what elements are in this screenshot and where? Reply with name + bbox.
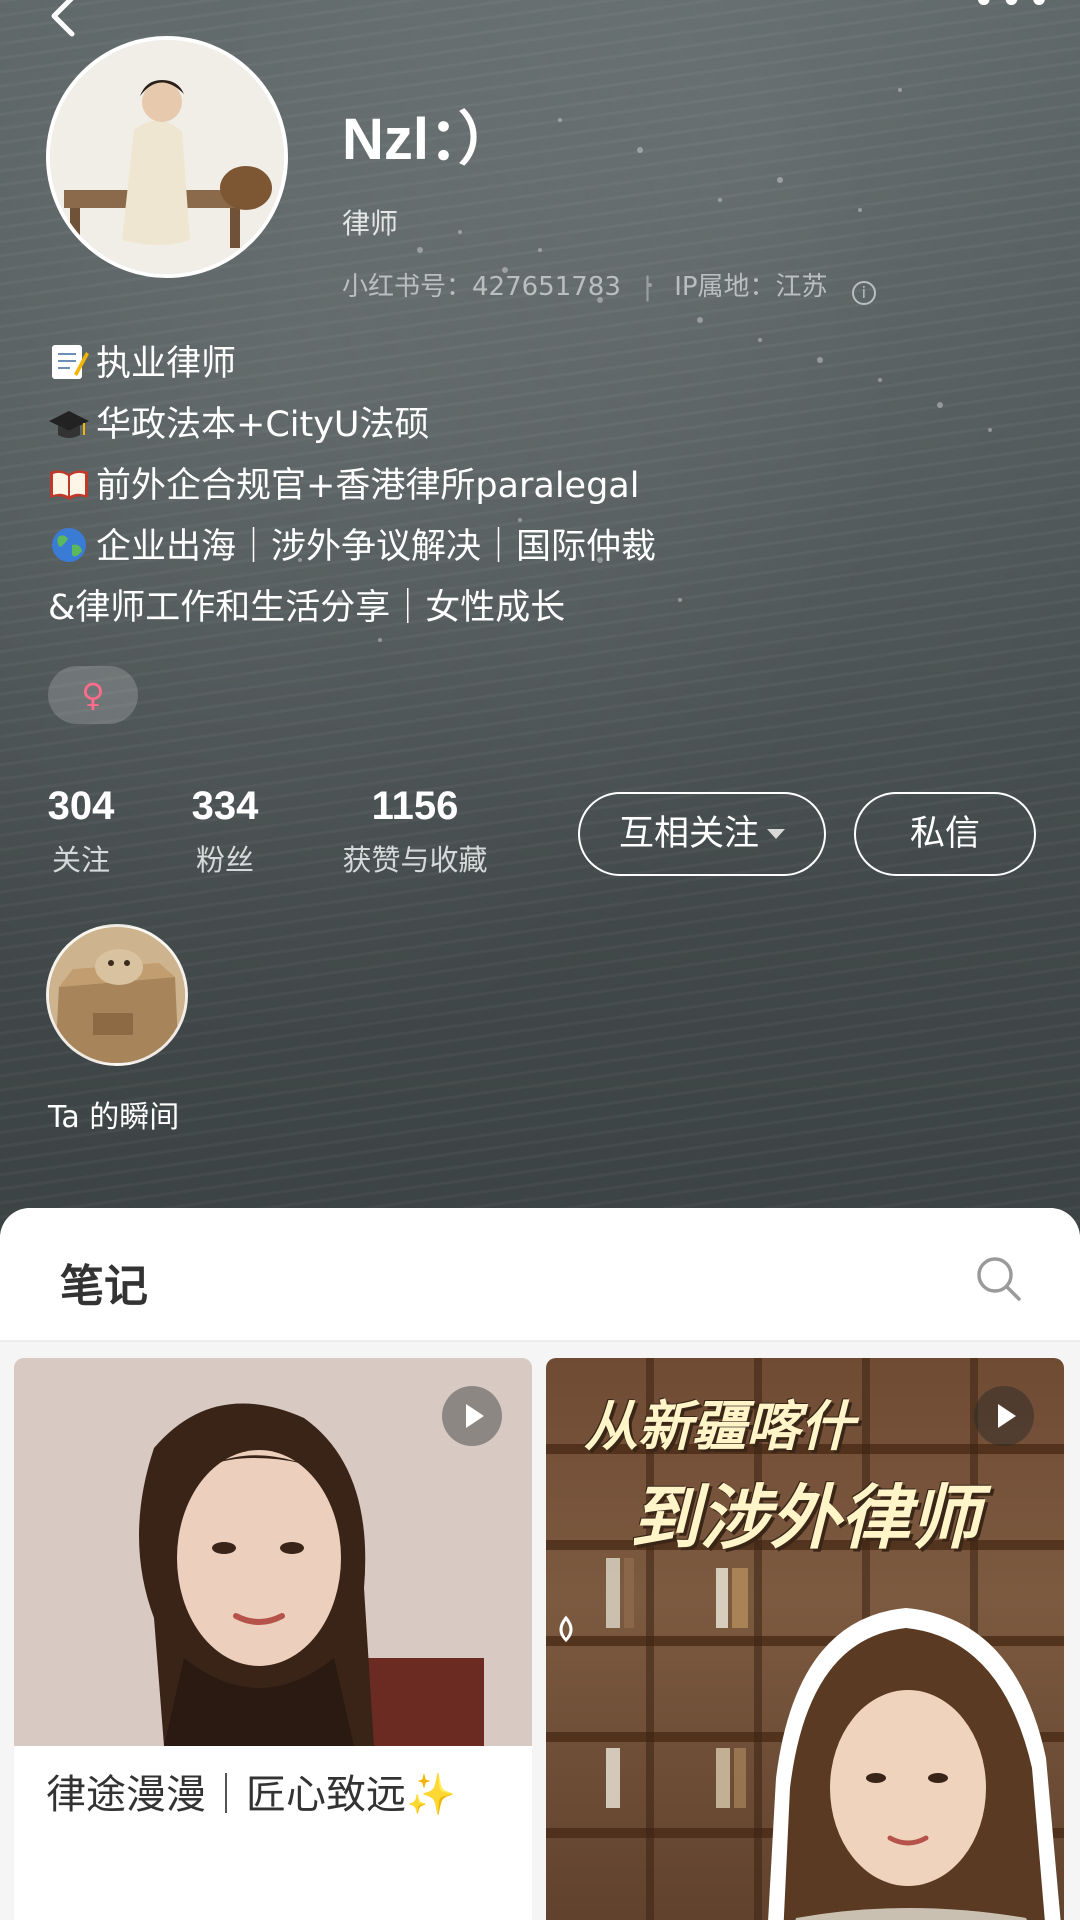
stat-likes[interactable]: 1156 获赞与收藏 — [330, 784, 500, 879]
likes-label: 获赞与收藏 — [342, 843, 488, 877]
bio-text: 华政法本+CityU法硕 — [96, 405, 430, 445]
memo-emoji-icon — [52, 345, 89, 379]
account-info-line: 小红书号：427651783 | IP属地：江苏 i — [342, 266, 876, 305]
notes-header: 笔记 — [0, 1208, 1080, 1342]
bio-line: &律师工作和生活分享｜女性成长 — [48, 582, 988, 643]
video-play-icon — [442, 1386, 502, 1446]
nickname: Nzl：） — [342, 107, 517, 172]
note-cover-image: 从新疆喀什 到涉外律师 — [546, 1358, 1064, 1920]
video-play-icon — [974, 1386, 1034, 1446]
notes-sheet: 笔记 律途漫漫｜匠心致远✨ 从新疆喀什 到涉外律师 — [0, 1208, 1080, 1920]
bio-line: 执业律师 — [48, 338, 988, 399]
message-label: 私信 — [909, 814, 980, 854]
cover-headline-line1: 从新疆喀什 — [584, 1394, 854, 1458]
note-card[interactable]: 律途漫漫｜匠心致远✨ — [14, 1358, 532, 1920]
followers-count: 334 — [191, 784, 259, 828]
gender-female-badge: ♀ — [48, 666, 138, 724]
bio-text: 执业律师 — [96, 344, 237, 384]
search-icon[interactable] — [974, 1254, 1024, 1304]
bio: 执业律师 华政法本+CityU法硕 前外企合规官+香港律所paralegal 企… — [48, 338, 988, 643]
top-bar: ••• — [0, 0, 1080, 40]
mutual-follow-button[interactable]: 互相关注 — [578, 792, 826, 876]
following-count: 304 — [47, 784, 115, 828]
moment-thumbnail[interactable] — [46, 924, 188, 1066]
bio-text: 前外企合规官+香港律所paralegal — [96, 466, 640, 506]
bio-line: 企业出海｜涉外争议解决｜国际仲裁 — [48, 521, 988, 582]
bio-line: 华政法本+CityU法硕 — [48, 399, 988, 460]
caret-down-icon — [767, 829, 785, 839]
note-card[interactable]: 从新疆喀什 到涉外律师 — [546, 1358, 1064, 1920]
stat-followers[interactable]: 334 粉丝 — [188, 784, 262, 879]
message-button[interactable]: 私信 — [854, 792, 1036, 876]
stat-following[interactable]: 304 关注 — [46, 784, 116, 879]
info-icon[interactable]: i — [851, 281, 876, 305]
avatar[interactable] — [46, 36, 288, 278]
moment-photo — [49, 927, 185, 1063]
open-book-emoji-icon — [50, 470, 88, 500]
more-options-icon[interactable]: ••• — [972, 0, 1051, 21]
moments-label: Ta 的瞬间 — [48, 1100, 180, 1135]
cover-headline-line2: 到涉外律师 — [630, 1476, 980, 1559]
job-tag: 律师 — [342, 207, 399, 240]
bio-text: &律师工作和生活分享｜女性成长 — [48, 588, 566, 628]
graduation-cap-emoji-icon — [49, 411, 89, 438]
bio-line: 前外企合规官+香港律所paralegal — [48, 460, 988, 521]
following-label: 关注 — [51, 843, 110, 877]
back-arrow-icon[interactable] — [44, 0, 84, 38]
bio-text: 企业出海｜涉外争议解决｜国际仲裁 — [96, 527, 657, 567]
ip-location: IP属地：江苏 — [674, 272, 828, 302]
likes-count: 1156 — [371, 784, 459, 828]
avatar-photo — [50, 40, 284, 274]
divider: | — [643, 272, 652, 302]
note-title: 律途漫漫｜匠心致远✨ — [46, 1772, 456, 1818]
globe-emoji-icon — [52, 528, 86, 562]
account-id: 小红书号：427651783 — [342, 272, 621, 302]
mutual-follow-label: 互相关注 — [618, 814, 759, 854]
tab-notes[interactable]: 笔记 — [60, 1250, 148, 1314]
followers-label: 粉丝 — [195, 843, 254, 877]
